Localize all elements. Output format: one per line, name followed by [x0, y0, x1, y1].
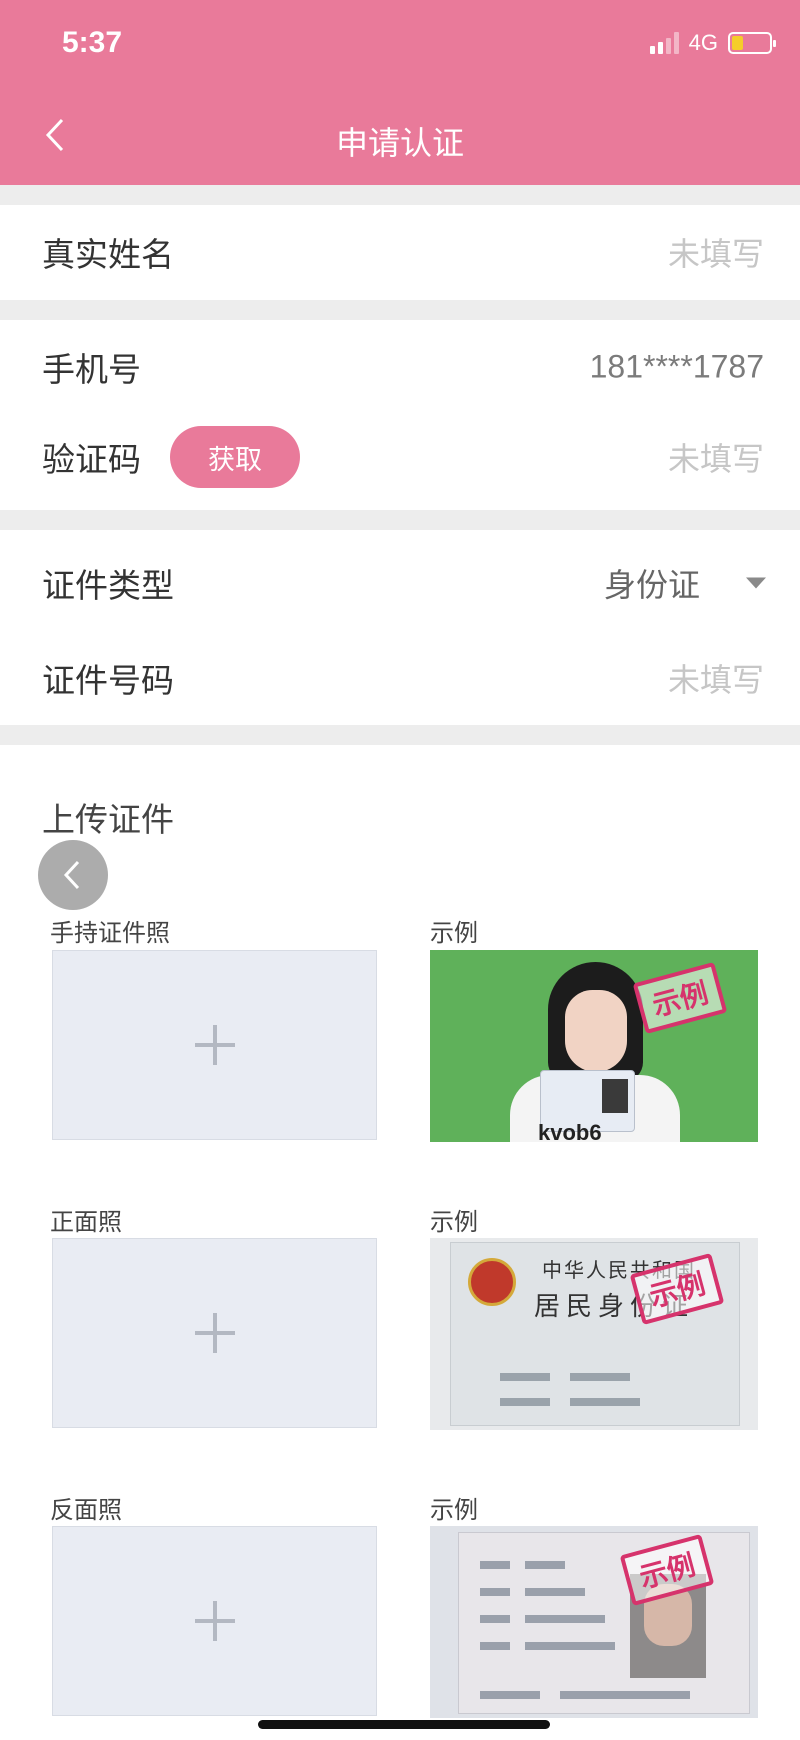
- phone-value: 181****1787: [589, 348, 764, 385]
- status-time: 5:37: [62, 26, 123, 59]
- code-row: 验证码 获取 未填写: [0, 412, 800, 502]
- signal-icon: [649, 32, 679, 54]
- network-label: 4G: [688, 30, 718, 55]
- id-number-input[interactable]: 未填写: [668, 655, 764, 701]
- app-header: 5:37 4G 申请认证: [0, 0, 800, 185]
- example-image-back: 示例: [430, 1526, 758, 1718]
- plus-icon: [194, 1601, 235, 1641]
- id-type-label: 证件类型: [42, 566, 174, 605]
- plus-icon: [194, 1025, 235, 1065]
- id-number-row: 证件号码 未填写: [0, 633, 800, 723]
- phone-section: 手机号 181****1787 验证码 获取 未填写: [0, 320, 800, 510]
- upload-box-back[interactable]: [52, 1526, 377, 1716]
- name-section: 真实姓名 未填写: [0, 205, 800, 300]
- name-label: 真实姓名: [42, 235, 174, 274]
- emblem-icon: [468, 1258, 516, 1306]
- battery-icon: [728, 32, 776, 54]
- upload-title: 上传证件: [42, 800, 174, 839]
- upload-label-back: 反面照: [50, 1496, 122, 1524]
- code-input[interactable]: 未填写: [668, 434, 764, 480]
- code-label: 验证码: [42, 440, 141, 479]
- phone-row: 手机号 181****1787: [0, 322, 800, 412]
- example-label-front: 示例: [430, 1208, 478, 1236]
- name-row[interactable]: 真实姓名 未填写: [0, 207, 800, 297]
- get-code-button[interactable]: 获取: [170, 426, 300, 488]
- floating-back-button[interactable]: [38, 840, 108, 910]
- example-label-handheld: 示例: [430, 919, 478, 947]
- name-input[interactable]: 未填写: [668, 229, 764, 275]
- plus-icon: [194, 1313, 235, 1353]
- upload-box-front[interactable]: [52, 1238, 377, 1428]
- id-section: 证件类型 身份证 证件号码 未填写: [0, 530, 800, 725]
- id-type-row[interactable]: 证件类型 身份证: [0, 538, 800, 628]
- example-stamp: 示例: [632, 962, 728, 1034]
- example-label-back: 示例: [430, 1496, 478, 1524]
- status-indicators: 4G: [649, 30, 776, 56]
- id-number-label: 证件号码: [42, 661, 174, 700]
- home-indicator[interactable]: [258, 1720, 550, 1729]
- chevron-left-icon: [63, 860, 80, 890]
- id-type-select[interactable]: 身份证: [604, 560, 700, 606]
- example-image-handheld: kvob6 示例: [430, 950, 758, 1142]
- upload-label-front: 正面照: [50, 1208, 122, 1236]
- phone-label: 手机号: [42, 350, 141, 389]
- upload-label-handheld: 手持证件照: [50, 919, 170, 947]
- page-title: 申请认证: [335, 124, 464, 162]
- example-overlay-text: kvob6: [538, 1120, 602, 1142]
- example-image-front: 中华人民共和国 居民身份证 示例: [430, 1238, 758, 1430]
- upload-box-handheld[interactable]: [52, 950, 377, 1140]
- dropdown-arrow-icon: [746, 577, 766, 589]
